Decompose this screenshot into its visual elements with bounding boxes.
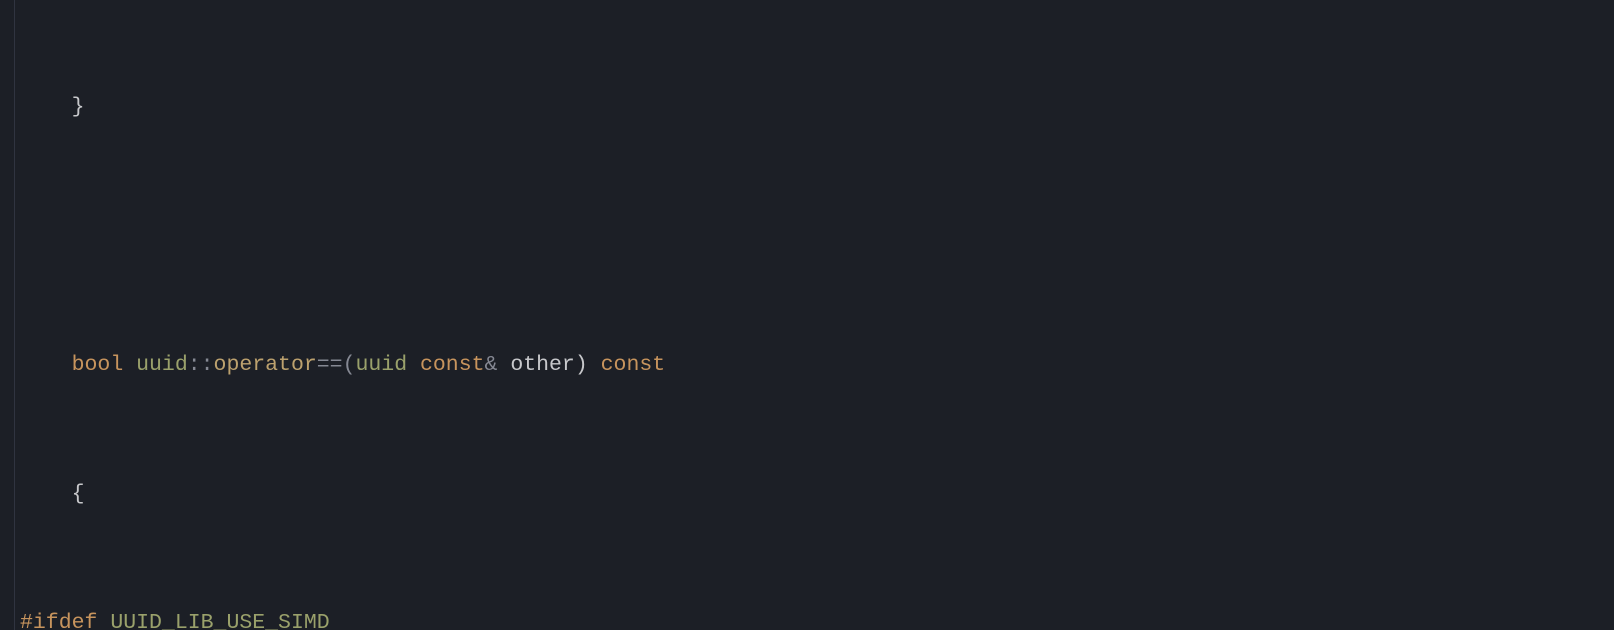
fn-operator: operator <box>214 353 317 377</box>
code-line[interactable]: bool uuid::operator==(uuid const& other)… <box>0 344 1614 387</box>
type-uuid: uuid <box>136 353 188 377</box>
op: ==( <box>317 353 356 377</box>
keyword-const: const <box>407 353 484 377</box>
keyword-const: const <box>601 353 666 377</box>
code-editor[interactable]: } bool uuid::operator==(uuid const& othe… <box>0 0 1614 630</box>
op: :: <box>188 353 214 377</box>
keyword-bool: bool <box>72 353 124 377</box>
ident: other <box>510 353 575 377</box>
preprocessor-ifdef: #ifdef <box>20 611 97 630</box>
code-line[interactable]: } <box>0 86 1614 129</box>
macro-name: UUID_LIB_USE_SIMD <box>97 611 329 630</box>
code-text: } <box>20 95 85 119</box>
brace: { <box>20 482 85 506</box>
type-uuid: uuid <box>355 353 407 377</box>
code-line[interactable]: #ifdef UUID_LIB_USE_SIMD <box>0 602 1614 630</box>
paren: ) <box>575 353 601 377</box>
code-line[interactable]: { <box>0 473 1614 516</box>
code-line[interactable] <box>0 215 1614 258</box>
op: & <box>485 353 511 377</box>
indent <box>20 353 72 377</box>
